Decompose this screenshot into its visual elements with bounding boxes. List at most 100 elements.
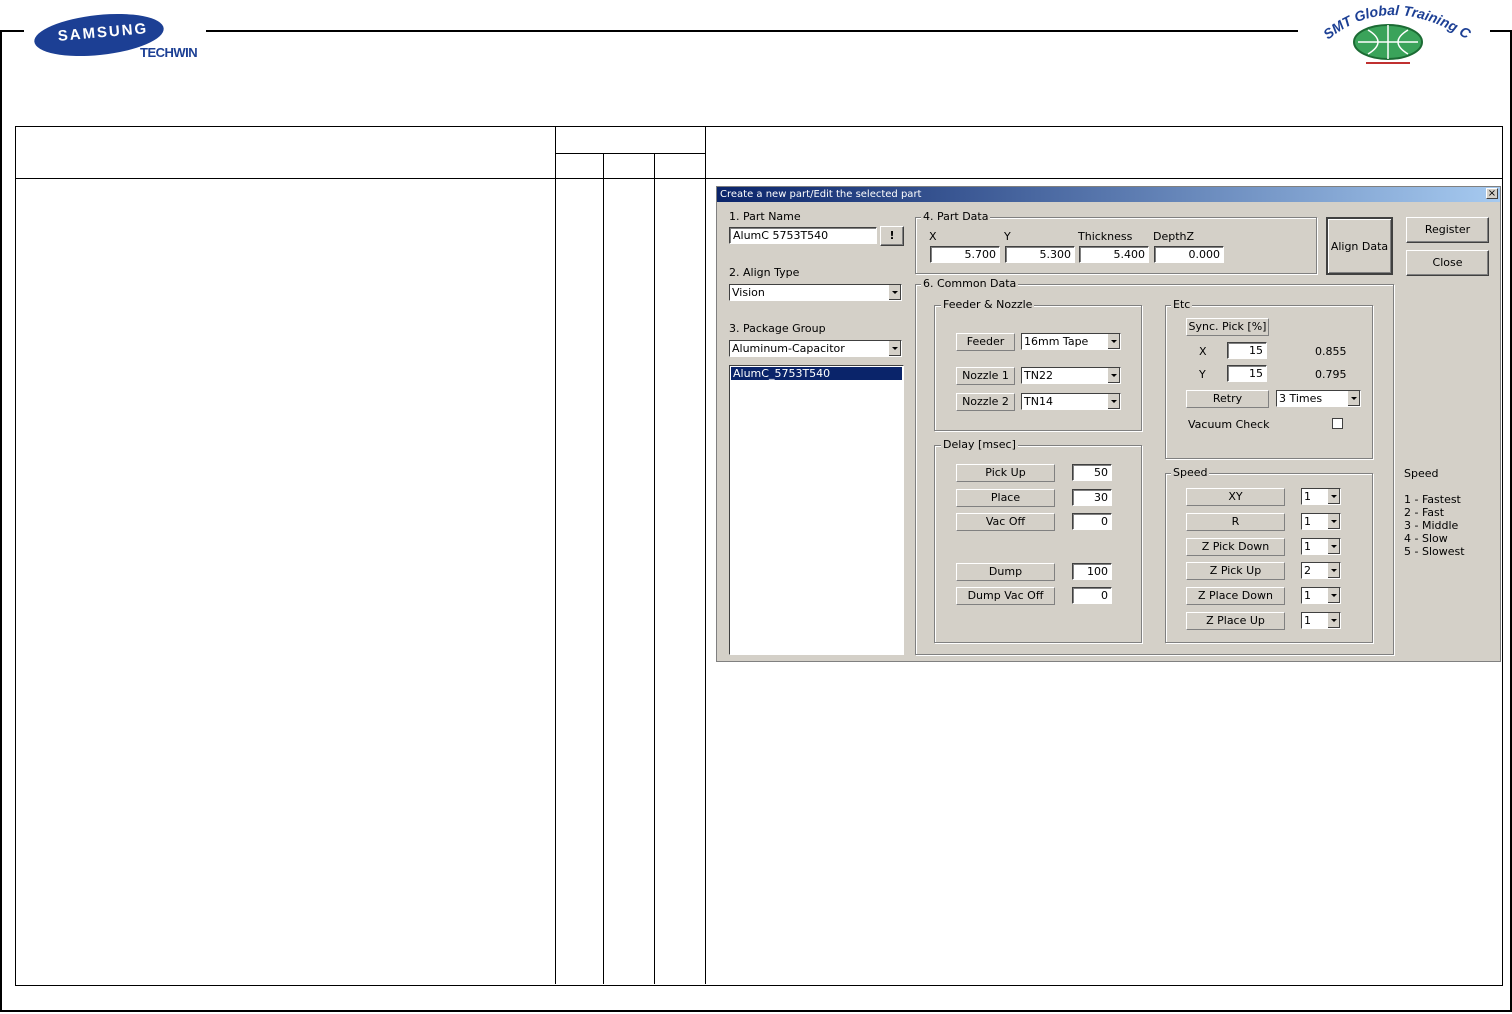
dump-vac-off-delay-input[interactable]: 0 (1072, 587, 1112, 604)
dump-delay-input[interactable]: 100 (1072, 563, 1112, 580)
chevron-down-icon[interactable] (1107, 368, 1120, 383)
table-col-3 (654, 153, 655, 984)
vac-off-delay-input[interactable]: 0 (1072, 513, 1112, 530)
part-name-input[interactable]: AlumC 5753T540 (729, 227, 877, 244)
r-speed-select[interactable]: 1 (1301, 513, 1341, 530)
nozzle1-select[interactable]: TN22 (1021, 367, 1121, 384)
part-y-label: Y (1004, 230, 1011, 243)
align-data-button[interactable]: Align Data (1326, 217, 1393, 275)
xy-speed-button[interactable]: XY (1186, 488, 1285, 506)
part-name-action-button[interactable]: ! (880, 226, 904, 246)
package-group-label: 3. Package Group (729, 322, 826, 335)
speed-legend-item: 4 - Slow (1404, 532, 1448, 545)
vacuum-check-label: Vacuum Check (1188, 418, 1270, 431)
top-rule-right (1490, 30, 1512, 32)
feeder-nozzle-label: Feeder & Nozzle (941, 298, 1035, 311)
frame-left (0, 30, 2, 1012)
vac-off-delay-button[interactable]: Vac Off (956, 513, 1055, 531)
align-type-select[interactable]: Vision (729, 284, 902, 301)
package-group-select[interactable]: Aluminum-Capacitor (729, 340, 902, 357)
speed-legend-title: Speed (1404, 467, 1439, 480)
nozzle2-button[interactable]: Nozzle 2 (956, 393, 1015, 411)
speed-legend-item: 2 - Fast (1404, 506, 1445, 519)
z-pick-down-speed-button[interactable]: Z Pick Down (1186, 538, 1285, 556)
depthz-label: DepthZ (1153, 230, 1195, 243)
speed-legend-item: 1 - Fastest (1404, 493, 1461, 506)
z-pick-up-speed-select[interactable]: 2 (1301, 562, 1341, 579)
z-place-up-speed-button[interactable]: Z Place Up (1186, 612, 1285, 630)
top-rule-left (0, 30, 24, 32)
chevron-down-icon[interactable] (888, 285, 901, 300)
part-list[interactable]: AlumC_5753T540 (729, 365, 904, 655)
close-button[interactable]: Close (1406, 250, 1489, 276)
table-subheader-rule (555, 153, 705, 154)
sync-y-readout: 0.795 (1315, 368, 1347, 381)
part-x-label: X (929, 230, 937, 243)
thickness-label: Thickness (1078, 230, 1133, 243)
speed-legend-item: 5 - Slowest (1404, 545, 1465, 558)
feeder-select[interactable]: 16mm Tape (1021, 333, 1121, 350)
chevron-down-icon[interactable] (1107, 334, 1120, 349)
sync-x-readout: 0.855 (1315, 345, 1347, 358)
smt-training-center-logo: SMT Global Training Center (1318, 0, 1474, 64)
table-col-4 (705, 126, 706, 984)
depthz-input[interactable]: 0.000 (1154, 246, 1224, 263)
sync-pick-button[interactable]: Sync. Pick [%] (1186, 318, 1269, 336)
r-speed-button[interactable]: R (1186, 513, 1285, 531)
etc-label: Etc (1171, 298, 1193, 311)
register-button[interactable]: Register (1406, 217, 1489, 243)
pick-up-delay-input[interactable]: 50 (1072, 464, 1112, 481)
dialog-title: Create a new part/Edit the selected part (720, 189, 922, 200)
part-data-label: 4. Part Data (921, 210, 991, 223)
nozzle2-select[interactable]: TN14 (1021, 393, 1121, 410)
dialog-titlebar: Create a new part/Edit the selected part (717, 187, 1500, 202)
chevron-down-icon[interactable] (1327, 613, 1340, 628)
chevron-down-icon[interactable] (1327, 539, 1340, 554)
chevron-down-icon[interactable] (1327, 514, 1340, 529)
z-pick-up-speed-button[interactable]: Z Pick Up (1186, 562, 1285, 580)
sync-x-input[interactable]: 15 (1227, 342, 1267, 359)
delay-label: Delay [msec] (941, 438, 1018, 451)
feeder-button[interactable]: Feeder (956, 333, 1015, 351)
table-header-rule (15, 178, 1502, 179)
dump-vac-off-delay-button[interactable]: Dump Vac Off (956, 587, 1055, 605)
z-place-up-speed-select[interactable]: 1 (1301, 612, 1341, 629)
place-delay-button[interactable]: Place (956, 489, 1055, 507)
nozzle1-button[interactable]: Nozzle 1 (956, 367, 1015, 385)
list-item[interactable]: AlumC_5753T540 (731, 367, 902, 380)
align-type-label: 2. Align Type (729, 266, 800, 279)
chevron-down-icon[interactable] (1327, 489, 1340, 504)
thickness-input[interactable]: 5.400 (1079, 246, 1149, 263)
sync-y-input[interactable]: 15 (1227, 365, 1267, 382)
part-x-input[interactable]: 5.700 (930, 246, 1000, 263)
z-place-down-speed-select[interactable]: 1 (1301, 587, 1341, 604)
dump-delay-button[interactable]: Dump (956, 563, 1055, 581)
dialog-close-icon[interactable]: × (1486, 188, 1498, 199)
retry-button[interactable]: Retry (1186, 390, 1269, 408)
table-col-1 (555, 126, 556, 984)
speed-legend-item: 3 - Middle (1404, 519, 1459, 532)
common-data-label: 6. Common Data (921, 277, 1019, 290)
part-name-label: 1. Part Name (729, 210, 801, 223)
retry-select[interactable]: 3 Times (1276, 390, 1361, 407)
z-place-down-speed-button[interactable]: Z Place Down (1186, 587, 1285, 605)
chevron-down-icon[interactable] (1327, 563, 1340, 578)
chevron-down-icon[interactable] (888, 341, 901, 356)
part-y-input[interactable]: 5.300 (1005, 246, 1075, 263)
speed-label: Speed (1171, 466, 1210, 479)
xy-speed-select[interactable]: 1 (1301, 488, 1341, 505)
part-editor-dialog: Create a new part/Edit the selected part… (716, 186, 1501, 662)
frame-bottom (0, 1010, 1512, 1012)
vacuum-check-checkbox[interactable] (1332, 418, 1343, 429)
z-pick-down-speed-select[interactable]: 1 (1301, 538, 1341, 555)
chevron-down-icon[interactable] (1327, 588, 1340, 603)
techwin-logo-text: TECHWIN (140, 45, 198, 60)
chevron-down-icon[interactable] (1347, 391, 1360, 406)
top-rule-middle (206, 30, 1298, 32)
sync-x-label: X (1199, 345, 1207, 358)
place-delay-input[interactable]: 30 (1072, 489, 1112, 506)
chevron-down-icon[interactable] (1107, 394, 1120, 409)
sync-y-label: Y (1199, 368, 1206, 381)
pick-up-delay-button[interactable]: Pick Up (956, 464, 1055, 482)
table-col-2 (603, 153, 604, 984)
